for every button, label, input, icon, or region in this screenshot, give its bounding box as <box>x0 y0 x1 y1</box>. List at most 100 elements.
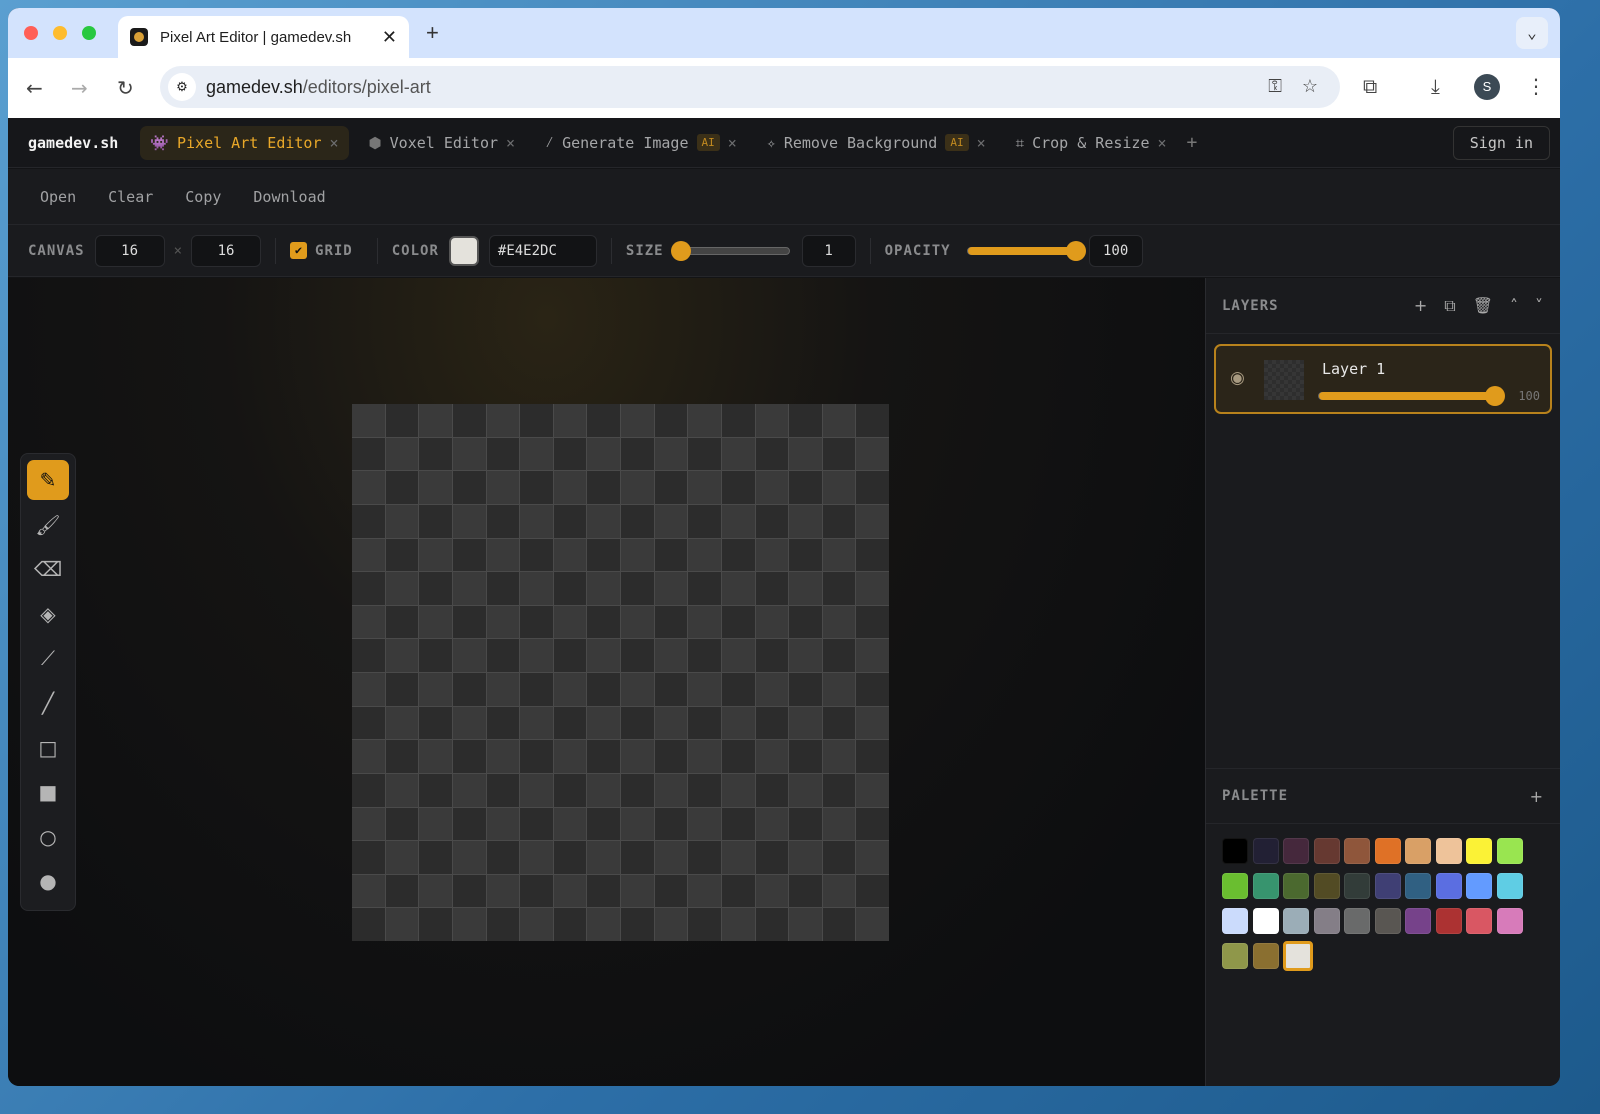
pixel-cell[interactable] <box>722 875 755 908</box>
pixel-cell[interactable] <box>453 707 486 740</box>
pixel-cell[interactable] <box>823 572 856 605</box>
pixel-cell[interactable] <box>789 572 822 605</box>
pixel-cell[interactable] <box>756 875 789 908</box>
pixel-cell[interactable] <box>655 505 688 538</box>
delete-layer-icon[interactable]: 🗑 <box>1473 296 1494 316</box>
pixel-cell[interactable] <box>520 673 553 706</box>
pixel-cell[interactable] <box>386 673 419 706</box>
pixel-cell[interactable] <box>621 606 654 639</box>
pixel-cell[interactable] <box>655 471 688 504</box>
palette-swatch[interactable] <box>1253 873 1279 899</box>
pixel-cell[interactable] <box>587 908 620 941</box>
minimize-window-button[interactable] <box>53 26 67 40</box>
pixel-cell[interactable] <box>722 539 755 572</box>
pixel-cell[interactable] <box>554 572 587 605</box>
pixel-cell[interactable] <box>621 505 654 538</box>
pixel-cell[interactable] <box>621 841 654 874</box>
browser-menu-icon[interactable]: ⋮ <box>1526 74 1546 98</box>
pixel-cell[interactable] <box>554 505 587 538</box>
reload-icon[interactable]: ↻ <box>117 76 134 100</box>
pixel-cell[interactable] <box>823 707 856 740</box>
layer-item[interactable]: ◉ Layer 1 100 <box>1214 344 1552 414</box>
pixel-cell[interactable] <box>621 471 654 504</box>
pixel-cell[interactable] <box>655 539 688 572</box>
pixel-cell[interactable] <box>453 572 486 605</box>
pixel-cell[interactable] <box>722 740 755 773</box>
pixel-cell[interactable] <box>554 539 587 572</box>
pixel-cell[interactable] <box>386 908 419 941</box>
pixel-cell[interactable] <box>453 471 486 504</box>
pixel-cell[interactable] <box>856 505 889 538</box>
pixel-cell[interactable] <box>856 808 889 841</box>
pixel-cell[interactable] <box>722 707 755 740</box>
pixel-cell[interactable] <box>789 774 822 807</box>
pixel-cell[interactable] <box>554 774 587 807</box>
size-slider[interactable] <box>680 247 790 255</box>
pixel-cell[interactable] <box>621 774 654 807</box>
pixel-cell[interactable] <box>823 438 856 471</box>
pixel-cell[interactable] <box>386 875 419 908</box>
add-tab-button[interactable]: + <box>1187 132 1198 153</box>
pixel-cell[interactable] <box>453 908 486 941</box>
url-field[interactable]: ⚙ gamedev.sh/editors/pixel-art ⚿ ☆ <box>160 66 1340 108</box>
pixel-cell[interactable] <box>722 505 755 538</box>
pixel-cell[interactable] <box>386 404 419 437</box>
eyedropper-tool[interactable]: ⟋ <box>27 638 69 678</box>
pixel-cell[interactable] <box>487 841 520 874</box>
pixel-cell[interactable] <box>520 606 553 639</box>
pixel-cell[interactable] <box>453 404 486 437</box>
pixel-cell[interactable] <box>487 875 520 908</box>
tab-voxel-editor[interactable]: ⬢Voxel Editor× <box>359 126 526 160</box>
filled-rectangle-tool[interactable]: ■ <box>27 772 69 812</box>
palette-swatch[interactable] <box>1405 838 1431 864</box>
pixel-cell[interactable] <box>419 740 452 773</box>
pixel-cell[interactable] <box>823 539 856 572</box>
palette-swatch[interactable] <box>1436 838 1462 864</box>
eraser-tool[interactable]: ⌫ <box>27 549 69 589</box>
pixel-cell[interactable] <box>789 471 822 504</box>
pixel-cell[interactable] <box>856 908 889 941</box>
pixel-cell[interactable] <box>756 740 789 773</box>
pixel-cell[interactable] <box>688 539 721 572</box>
opacity-input[interactable]: 100 <box>1089 235 1143 267</box>
pixel-cell[interactable] <box>856 774 889 807</box>
pixel-cell[interactable] <box>352 606 385 639</box>
pixel-cell[interactable] <box>453 639 486 672</box>
pixel-cell[interactable] <box>386 774 419 807</box>
pixel-cell[interactable] <box>823 774 856 807</box>
pixel-cell[interactable] <box>756 438 789 471</box>
pixel-cell[interactable] <box>823 740 856 773</box>
pixel-cell[interactable] <box>655 808 688 841</box>
pixel-cell[interactable] <box>352 774 385 807</box>
palette-swatch[interactable] <box>1314 838 1340 864</box>
pixel-cell[interactable] <box>621 639 654 672</box>
download-button[interactable]: Download <box>237 188 341 206</box>
pixel-cell[interactable] <box>587 404 620 437</box>
pixel-cell[interactable] <box>756 841 789 874</box>
pixel-cell[interactable] <box>554 639 587 672</box>
pixel-cell[interactable] <box>789 673 822 706</box>
pixel-cell[interactable] <box>487 740 520 773</box>
pixel-cell[interactable] <box>655 404 688 437</box>
tab-crop-resize[interactable]: ⌗Crop & Resize× <box>1006 126 1177 160</box>
add-layer-icon[interactable]: + <box>1414 296 1428 316</box>
pixel-cell[interactable] <box>655 908 688 941</box>
pixel-cell[interactable] <box>453 505 486 538</box>
pixel-cell[interactable] <box>453 875 486 908</box>
pixel-cell[interactable] <box>823 841 856 874</box>
palette-swatch[interactable] <box>1497 873 1523 899</box>
pixel-cell[interactable] <box>722 438 755 471</box>
pixel-cell[interactable] <box>655 606 688 639</box>
palette-swatch[interactable] <box>1253 943 1279 969</box>
pixel-cell[interactable] <box>520 808 553 841</box>
pixel-cell[interactable] <box>520 539 553 572</box>
palette-swatch[interactable] <box>1222 908 1248 934</box>
pixel-cell[interactable] <box>655 639 688 672</box>
palette-swatch[interactable] <box>1436 873 1462 899</box>
pixel-cell[interactable] <box>554 438 587 471</box>
pixel-cell[interactable] <box>688 908 721 941</box>
close-tab-icon[interactable]: × <box>330 134 339 152</box>
pixel-cell[interactable] <box>386 505 419 538</box>
pixel-cell[interactable] <box>655 673 688 706</box>
pencil-tool[interactable]: ✎ <box>27 460 69 500</box>
